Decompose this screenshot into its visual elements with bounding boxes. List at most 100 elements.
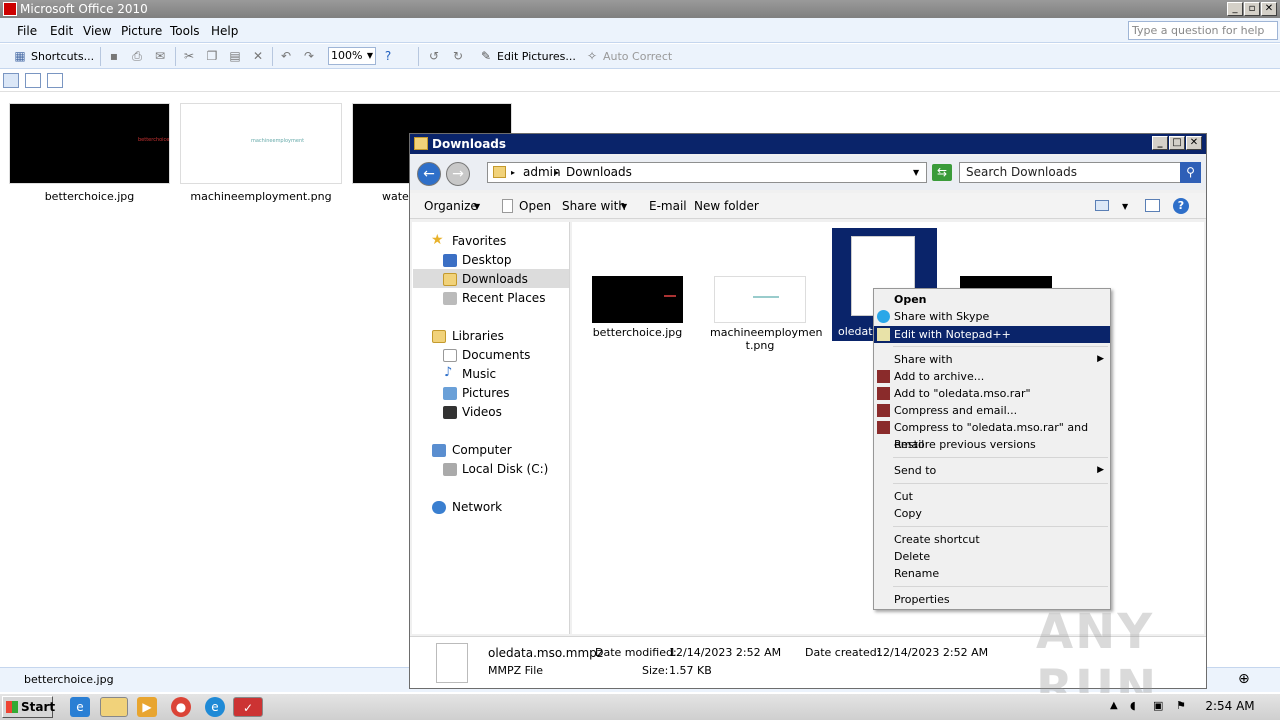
internet-explorer-icon[interactable]: e xyxy=(70,697,90,717)
windows-logo-icon xyxy=(6,701,18,713)
winrar-icon xyxy=(877,370,890,383)
search-icon[interactable]: ⚲ xyxy=(1180,162,1201,183)
menu-view[interactable]: View xyxy=(83,24,111,38)
rotate-right-icon[interactable]: ↻ xyxy=(451,49,465,63)
nav-network[interactable]: Network xyxy=(452,499,502,516)
minimize-button[interactable]: _ xyxy=(1227,2,1243,16)
nav-downloads[interactable]: Downloads xyxy=(462,271,528,288)
nav-recent-places[interactable]: Recent Places xyxy=(462,290,545,307)
clock[interactable]: 2:54 AM xyxy=(1200,699,1260,713)
close-button[interactable]: ✕ xyxy=(1261,2,1277,16)
paste-icon[interactable]: ▤ xyxy=(228,49,242,63)
nav-videos[interactable]: Videos xyxy=(462,404,502,421)
help-icon[interactable]: ? xyxy=(381,49,395,63)
ctx-delete[interactable]: Delete xyxy=(874,548,1110,565)
email-button[interactable]: E-mail xyxy=(649,199,687,213)
explorer-maximize-button[interactable]: □ xyxy=(1169,136,1185,150)
nav-computer[interactable]: Computer xyxy=(452,442,512,459)
chevron-down-icon[interactable]: ▼ xyxy=(913,163,919,182)
thumbnail-caption: water xyxy=(382,190,412,203)
zoom-select[interactable]: 100% ▼ xyxy=(328,47,376,65)
forward-arrow-icon[interactable]: → xyxy=(446,162,470,186)
nav-local-disk[interactable]: Local Disk (C:) xyxy=(462,461,548,478)
rotate-left-icon[interactable]: ↺ xyxy=(427,49,441,63)
back-arrow-icon[interactable]: ← xyxy=(417,162,441,186)
save-icon[interactable]: ▪ xyxy=(107,49,121,63)
chrome-icon[interactable]: ● xyxy=(171,697,191,717)
ctx-rename[interactable]: Rename xyxy=(874,565,1110,582)
cut-icon[interactable]: ✂ xyxy=(182,49,196,63)
refresh-icon[interactable]: ⇆ xyxy=(932,164,952,181)
file-thumbnail-machineemployment[interactable] xyxy=(714,276,806,323)
winrar-icon xyxy=(877,387,890,400)
organize-button[interactable]: Organize xyxy=(424,199,478,213)
print-icon[interactable]: ⎙ xyxy=(130,49,144,63)
shortcuts-button[interactable]: Shortcuts... xyxy=(31,48,94,65)
network-icon xyxy=(432,501,446,514)
undo-icon[interactable]: ↶ xyxy=(279,49,293,63)
show-hidden-icons[interactable]: ▲ xyxy=(1110,700,1118,711)
ctx-create-shortcut[interactable]: Create shortcut xyxy=(874,531,1110,548)
change-view-icon[interactable] xyxy=(1095,200,1109,211)
menu-file[interactable]: File xyxy=(17,24,37,38)
chevron-down-icon[interactable]: ▼ xyxy=(1122,202,1128,211)
nav-music[interactable]: Music xyxy=(462,366,496,383)
ctx-compress-rar-email[interactable]: Compress to "oledata.mso.rar" and email xyxy=(874,419,1110,451)
nav-pictures[interactable]: Pictures xyxy=(462,385,510,402)
details-date-modified-label: Date modified: xyxy=(595,646,677,659)
menu-picture[interactable]: Picture xyxy=(121,24,162,38)
ctx-add-rar[interactable]: Add to "oledata.mso.rar" xyxy=(874,385,1110,402)
copy-icon[interactable]: ❐ xyxy=(205,49,219,63)
ctx-copy[interactable]: Copy xyxy=(874,505,1110,522)
explorer-taskbar-icon[interactable] xyxy=(100,697,128,717)
explorer-close-button[interactable]: ✕ xyxy=(1186,136,1202,150)
thumbnail-view-button[interactable] xyxy=(3,73,19,88)
search-input[interactable]: Search Downloads xyxy=(959,162,1201,183)
nav-libraries[interactable]: Libraries xyxy=(452,328,504,345)
ctx-compress-email[interactable]: Compress and email... xyxy=(874,402,1110,419)
restore-button[interactable]: ▫ xyxy=(1244,2,1260,16)
media-player-icon[interactable]: ▶ xyxy=(137,697,157,717)
menu-help[interactable]: Help xyxy=(211,24,238,38)
ctx-add-archive[interactable]: Add to archive... xyxy=(874,368,1110,385)
explorer-title: Downloads xyxy=(432,137,507,151)
nav-favorites[interactable]: Favorites xyxy=(452,233,506,250)
network-tray-icon[interactable]: ▣ xyxy=(1153,699,1163,712)
address-bar[interactable]: ▸ admin ▸ Downloads ▼ xyxy=(487,162,927,183)
new-folder-button[interactable]: New folder xyxy=(694,199,759,213)
filmstrip-view-button[interactable] xyxy=(25,73,41,88)
ctx-share-with[interactable]: Share with ▶ xyxy=(874,351,1110,368)
help-icon[interactable]: ? xyxy=(1173,198,1189,214)
open-button[interactable]: Open xyxy=(519,199,551,213)
email-icon[interactable]: ✉ xyxy=(153,49,167,63)
breadcrumb-downloads[interactable]: Downloads xyxy=(566,163,632,182)
menu-edit[interactable]: Edit xyxy=(50,24,73,38)
thumbnail-machineemployment[interactable]: machineemployment xyxy=(180,103,342,184)
help-search-input[interactable]: Type a question for help xyxy=(1128,21,1278,40)
nav-documents[interactable]: Documents xyxy=(462,347,530,364)
file-thumbnail-water[interactable] xyxy=(960,276,1052,288)
auto-correct-button[interactable]: Auto Correct xyxy=(603,48,672,65)
edge-icon[interactable]: e xyxy=(205,697,225,717)
thumbnail-betterchoice[interactable]: betterchoice xyxy=(9,103,170,184)
ctx-send-to[interactable]: Send to ▶ xyxy=(874,462,1110,479)
flag-icon[interactable]: ⚑ xyxy=(1176,699,1186,712)
file-thumbnail-betterchoice[interactable] xyxy=(592,276,683,323)
nav-desktop[interactable]: Desktop xyxy=(462,252,512,269)
edit-pictures-button[interactable]: Edit Pictures... xyxy=(497,48,576,65)
ctx-restore-versions[interactable]: Restore previous versions xyxy=(874,436,1110,453)
explorer-minimize-button[interactable]: _ xyxy=(1152,136,1168,150)
delete-icon[interactable]: ✕ xyxy=(251,49,265,63)
ctx-open[interactable]: Open xyxy=(874,291,1110,308)
preview-pane-icon[interactable] xyxy=(1145,199,1160,212)
ctx-cut[interactable]: Cut xyxy=(874,488,1110,505)
office-taskbar-icon[interactable]: ✓ xyxy=(233,697,263,717)
start-button[interactable]: Start xyxy=(2,696,55,718)
redo-icon[interactable]: ↷ xyxy=(302,49,316,63)
ctx-edit-notepadpp[interactable]: Edit with Notepad++ xyxy=(874,326,1110,343)
ctx-share-skype[interactable]: Share with Skype xyxy=(874,308,1110,325)
volume-icon[interactable]: ◖ xyxy=(1130,699,1136,712)
menu-tools[interactable]: Tools xyxy=(170,24,200,38)
single-picture-view-button[interactable] xyxy=(47,73,63,88)
share-with-button[interactable]: Share with xyxy=(562,199,626,213)
